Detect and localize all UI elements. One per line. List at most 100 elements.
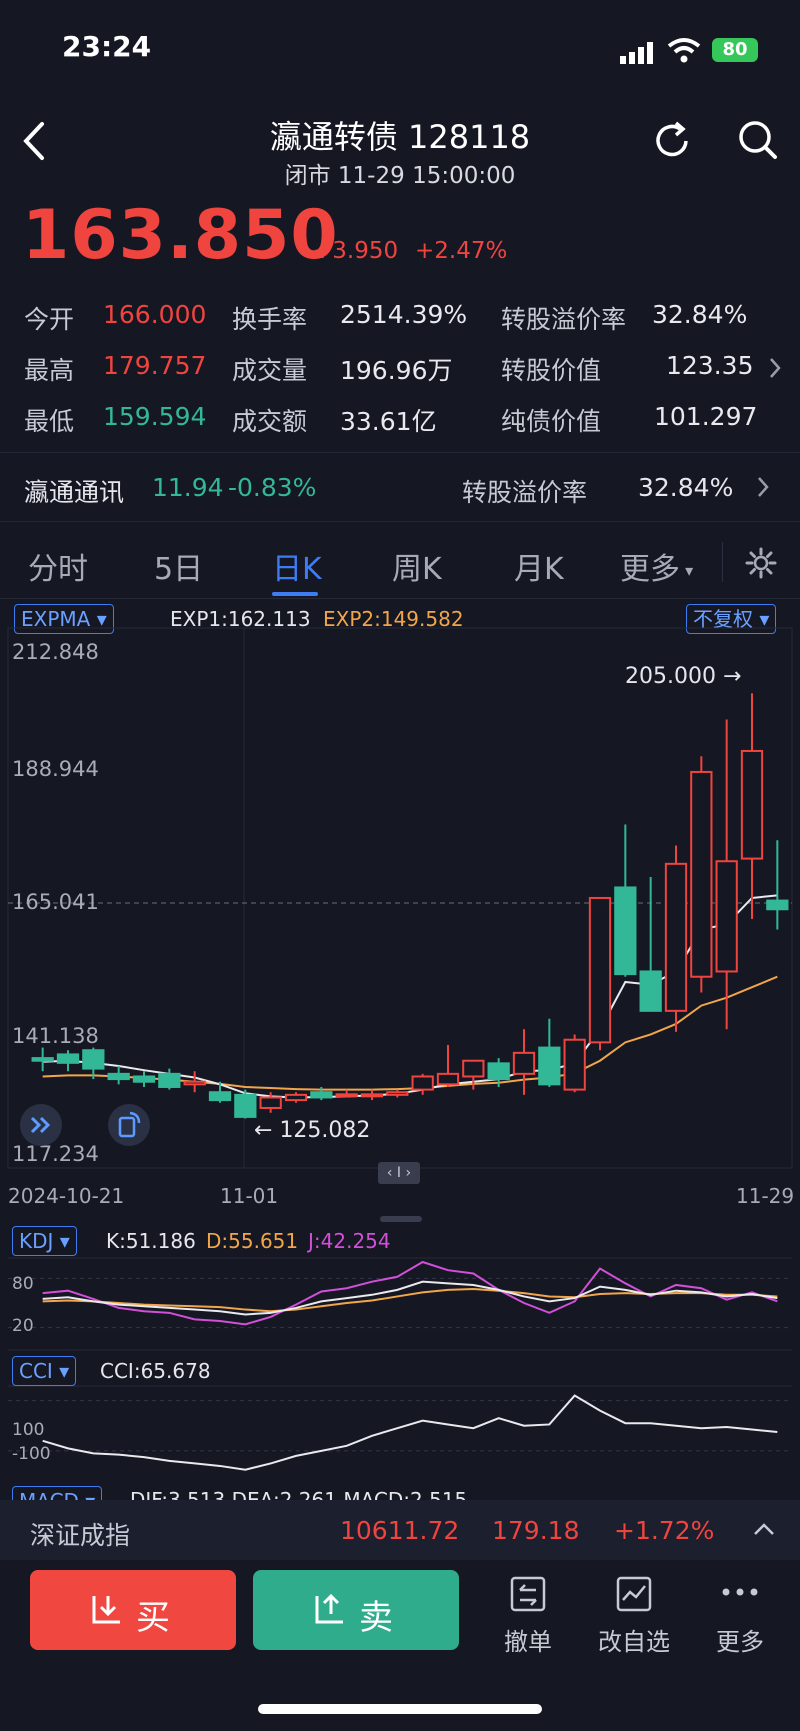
cci-line [42,1394,778,1471]
candle-body [335,1093,358,1098]
candle [664,845,688,1032]
index-change: 179.18 [492,1516,580,1545]
candle-body [512,1051,536,1075]
more-actions-button[interactable]: 更多 [690,1572,790,1656]
cancel-order-button[interactable]: 撤单 [478,1572,578,1656]
buy-button[interactable]: 买 [30,1570,236,1650]
index-value: 10611.72 [340,1516,460,1545]
sell-button[interactable]: 卖 [253,1570,459,1650]
candle [512,1029,536,1095]
edit-watchlist-button[interactable]: 改自选 [584,1572,684,1656]
kdj-selector[interactable]: KDJ ▾ [12,1226,77,1256]
scroll-handle[interactable]: ‹ I › [378,1162,420,1184]
cancel-order-icon [510,1576,546,1612]
more-dots-icon [722,1588,758,1596]
candle-body [56,1053,80,1064]
kdj-y-tick: 80 [12,1274,34,1294]
candle-body [183,1080,206,1086]
candle-body [259,1096,282,1109]
candle-body [588,896,612,1044]
candle [360,1089,384,1101]
candle-body [740,749,764,860]
candle [183,1071,206,1093]
candle [639,876,662,1012]
candle [563,1034,586,1093]
candle [690,756,713,993]
candle [234,1089,257,1119]
candle [31,1047,54,1072]
candle-body [639,970,662,1012]
candle-body [766,899,789,911]
high-value: 205.000 [625,664,716,689]
candle-body [158,1072,181,1088]
chevron-up-icon[interactable] [752,1520,776,1538]
x-tick-label: 2024-10-21 [8,1184,125,1208]
double-chevron-icon [30,1116,51,1134]
candle [614,824,637,977]
candle-body [386,1091,409,1096]
candle-body [436,1072,460,1086]
candle [82,1047,105,1080]
low-value: 125.082 [279,1118,371,1143]
panel-resize-handle[interactable] [380,1216,422,1222]
macd-header-partial: MACD ▾ DIF:3.513 DEA:2.261 MACD:2.515 [0,1482,800,1500]
y-tick-label: 165.041 [12,890,99,914]
candle-body [310,1091,333,1099]
sell-label: 卖 [359,1598,393,1638]
candle [386,1089,409,1098]
candle-body [538,1046,561,1086]
candle [436,1044,460,1087]
candle [588,896,612,1051]
index-name: 深证成指 [30,1521,131,1550]
expand-button[interactable] [20,1104,62,1146]
candle-body [690,770,713,978]
candle-body [664,862,688,1012]
macd-values: DIF:3.513 DEA:2.261 MACD:2.515 [130,1488,468,1500]
candle-body [360,1093,384,1098]
rotate-button[interactable] [108,1104,150,1146]
kline-chart[interactable] [0,0,800,1500]
home-indicator [258,1704,542,1714]
x-tick-label: 11-01 [220,1184,279,1208]
cancel-order-label: 撤单 [504,1628,552,1656]
candle-body [487,1062,510,1081]
candle-body [132,1075,156,1083]
candle [335,1089,358,1098]
candle-body [411,1075,434,1091]
kdj-y-tick: 20 [12,1316,34,1336]
kdj-k-value: K:51.186 [106,1229,196,1253]
candle-body [208,1091,232,1102]
more-actions-label: 更多 [716,1628,764,1656]
candle [158,1068,181,1090]
buy-label: 买 [136,1598,170,1638]
index-ticker-bar[interactable]: 深证成指 10611.72 179.18 +1.72% [0,1500,800,1560]
candle [132,1071,156,1087]
cci-label: CCI [19,1359,53,1383]
candle [766,840,789,930]
cci-selector[interactable]: CCI ▾ [12,1356,77,1386]
y-tick-label: 188.944 [12,757,99,781]
rotate-icon [118,1111,141,1138]
watchlist-chart-icon [616,1576,652,1612]
candle-body [462,1059,485,1078]
candle-body [31,1057,54,1062]
macd-selector[interactable]: MACD ▾ [12,1486,103,1500]
kdj-label: KDJ [19,1229,54,1253]
candle [284,1092,308,1103]
high-annotation: 205.000 → [625,664,742,689]
candle-body [284,1093,308,1102]
candle-body [82,1049,105,1070]
x-tick-label: 11-29 [736,1184,795,1208]
cci-y-tick: -100 [12,1444,51,1464]
y-tick-label: 141.138 [12,1024,99,1048]
cci-value: CCI:65.678 [100,1359,211,1383]
candle [740,693,764,919]
cci-y-tick: 100 [12,1420,45,1440]
edit-watchlist-label: 改自选 [598,1628,670,1656]
kdj-j-value: J:42.254 [308,1229,391,1253]
macd-label: MACD [19,1489,79,1500]
index-pct: +1.72% [614,1516,715,1545]
candle-body [563,1038,586,1091]
y-tick-label: 212.848 [12,640,99,664]
candle-body [614,886,637,976]
